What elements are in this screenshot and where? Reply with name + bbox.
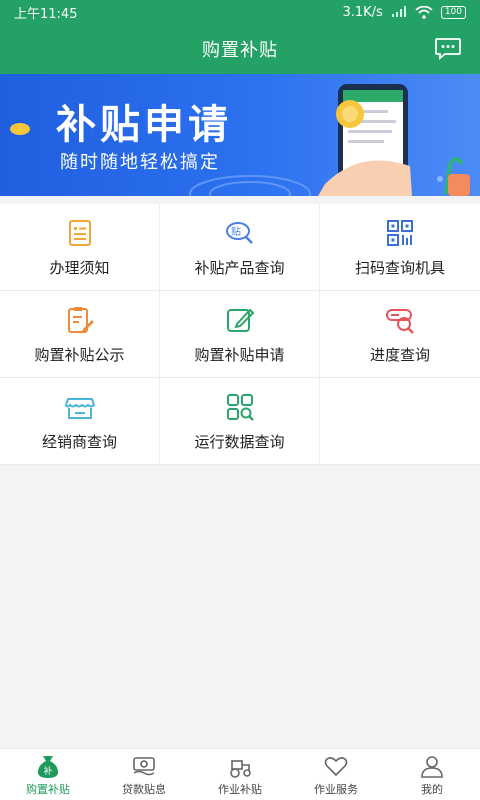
wifi-icon (415, 5, 433, 19)
progress-search-icon (386, 309, 414, 334)
grid-item-product-query[interactable]: 贴 补贴产品查询 (160, 204, 320, 291)
grid-item-progress[interactable]: 进度查询 (320, 291, 480, 378)
status-bar: 上午11:45 3.1K/s 100 (0, 0, 480, 24)
grid-item-notice[interactable]: 办理须知 (0, 204, 160, 291)
grid-item-run-data[interactable]: 运行数据查询 (160, 378, 320, 465)
nav-label: 作业补贴 (218, 783, 262, 796)
nav-item-service[interactable]: 作业服务 (288, 749, 384, 800)
grid-item-label: 补贴产品查询 (194, 259, 285, 277)
status-time: 上午11:45 (14, 6, 78, 22)
network-speed: 3.1K/s (342, 4, 383, 20)
edit-clipboard-icon (67, 307, 94, 333)
nav-item-operation[interactable]: 作业补贴 (192, 749, 288, 800)
money-icon (133, 757, 155, 776)
grid-item-label: 购置补贴公示 (34, 346, 125, 364)
service-grid: 办理须知 贴 补贴产品查询 扫码查询机具 购置补贴公示 购置补贴申请 进度查询 … (0, 204, 480, 465)
grid-item-label: 办理须知 (49, 259, 110, 277)
qr-code-icon (387, 220, 413, 246)
grid-item-label: 经销商查询 (41, 433, 117, 451)
battery-indicator: 100 (440, 5, 466, 19)
grid-empty-cell (320, 378, 480, 465)
tag-search-icon: 贴 (225, 222, 253, 244)
grid-item-scan-query[interactable]: 扫码查询机具 (320, 204, 480, 291)
status-right: 3.1K/s 100 (342, 5, 466, 20)
tractor-icon (230, 760, 251, 778)
grid-item-label: 进度查询 (369, 346, 430, 364)
grid-item-label: 购置补贴申请 (194, 346, 285, 364)
grid-search-icon (226, 394, 254, 421)
subsidy-bag-icon: 补 (38, 756, 58, 778)
title-bar: 购置补贴 (0, 24, 480, 74)
nav-label: 购置补贴 (26, 783, 70, 796)
nav-item-subsidy[interactable]: 补 购置补贴 (0, 749, 96, 800)
grid-item-publicity[interactable]: 购置补贴公示 (0, 291, 160, 378)
notice-doc-icon (68, 220, 91, 246)
svg-text:贴: 贴 (231, 225, 241, 238)
pencil-square-icon (226, 308, 254, 332)
user-icon (421, 756, 443, 778)
heart-icon (324, 757, 348, 777)
nav-item-loan[interactable]: 贷款贴息 (96, 749, 192, 800)
nav-label: 作业服务 (314, 783, 358, 796)
store-icon (64, 398, 95, 419)
grid-item-label: 扫码查询机具 (354, 259, 445, 277)
signal-icon (391, 6, 406, 17)
banner-title: 补贴申请 (56, 102, 232, 148)
nav-label: 我的 (421, 783, 443, 796)
page-title: 购置补贴 (202, 40, 278, 61)
message-icon[interactable] (434, 37, 462, 61)
subsidy-banner[interactable]: 补贴申请 随时随地轻松搞定 (0, 74, 480, 196)
svg-text:补: 补 (44, 765, 53, 777)
grid-item-dealer[interactable]: 经销商查询 (0, 378, 160, 465)
nav-item-mine[interactable]: 我的 (384, 749, 480, 800)
nav-label: 贷款贴息 (122, 783, 166, 796)
bottom-nav: 补 购置补贴 贷款贴息 作业补贴 作业服务 我的 (0, 748, 480, 800)
grid-item-apply[interactable]: 购置补贴申请 (160, 291, 320, 378)
banner-subtitle: 随时随地轻松搞定 (60, 152, 220, 173)
grid-item-label: 运行数据查询 (194, 433, 285, 451)
